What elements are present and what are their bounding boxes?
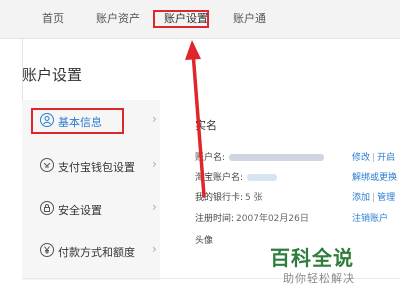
watermark-slogan: 助你轻松解决 bbox=[283, 272, 355, 285]
watermark-logo-text: 百科全说 bbox=[270, 246, 354, 270]
